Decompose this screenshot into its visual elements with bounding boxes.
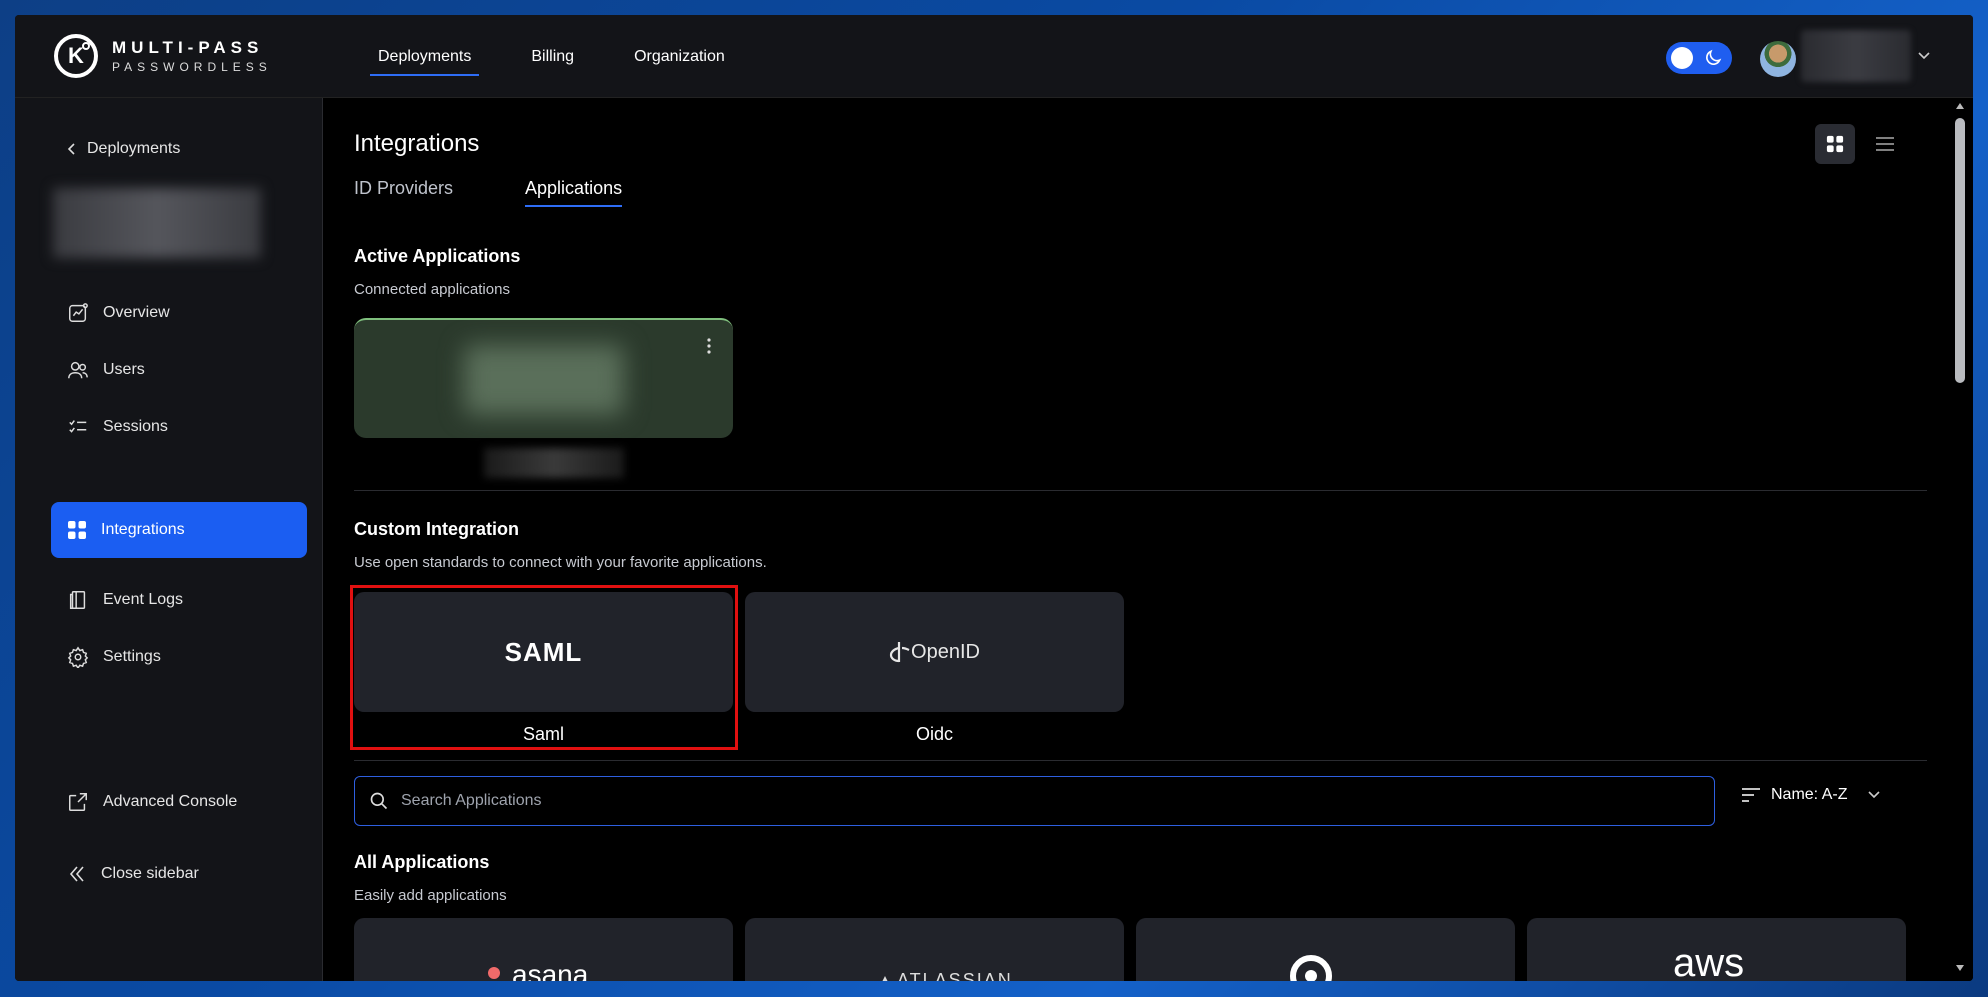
main-content: Integrations ID Providers Applications A…	[324, 98, 1947, 981]
list-view-button[interactable]	[1865, 124, 1905, 164]
brand-logo[interactable]: K MULTI-PASS PASSWORDLESS	[54, 34, 272, 78]
users-icon	[68, 361, 88, 379]
sidebar-item-integrations[interactable]: Integrations	[51, 502, 307, 558]
active-apps-subtitle: Connected applications	[354, 281, 510, 298]
app-card-aws[interactable]: aws	[1527, 918, 1906, 981]
chevron-left-icon	[67, 143, 75, 155]
app-card-asana[interactable]: asana	[354, 918, 733, 981]
grid-view-button[interactable]	[1815, 124, 1855, 164]
oidc-label: Oidc	[915, 724, 953, 744]
oidc-integration-card[interactable]: OpenID	[745, 592, 1124, 712]
asana-logo-icon: asana	[488, 959, 589, 981]
chevron-down-icon[interactable]	[1917, 51, 1931, 61]
external-link-icon	[69, 793, 87, 811]
selection-highlight	[350, 585, 738, 750]
advanced-console-link[interactable]: Advanced Console	[51, 774, 307, 830]
brand-name: MULTI-PASS	[112, 38, 264, 57]
sidebar-item-label: Event Logs	[103, 591, 184, 608]
list-icon	[1876, 137, 1894, 151]
atlassian-logo-icon: ATLASSIAN	[882, 970, 1013, 981]
top-bar: K MULTI-PASS PASSWORDLESS Deployments Bi…	[15, 15, 1973, 98]
custom-integration-subtitle: Use open standards to connect with your …	[354, 554, 767, 571]
app-card-atlassian[interactable]: ATLASSIAN	[745, 918, 1124, 981]
active-apps-title: Active Applications	[354, 246, 521, 266]
custom-integration-title: Custom Integration	[354, 519, 519, 539]
toggle-knob	[1671, 47, 1693, 69]
app-card-auth0[interactable]	[1136, 918, 1515, 981]
sidebar-item-label: Sessions	[103, 418, 168, 435]
nav-deployments[interactable]: Deployments	[370, 15, 480, 98]
sort-icon	[1742, 788, 1760, 802]
sidebar-item-sessions[interactable]: Sessions	[51, 399, 307, 455]
divider	[354, 490, 1927, 491]
tab-id-providers[interactable]: ID Providers	[354, 178, 453, 207]
nav-billing[interactable]: Billing	[523, 15, 582, 98]
auth0-logo-icon	[1290, 955, 1332, 981]
deployment-name-redacted	[53, 188, 261, 258]
page-title: Integrations	[354, 130, 480, 157]
more-vertical-icon[interactable]	[707, 338, 711, 354]
chevron-down-icon	[1868, 791, 1881, 799]
scroll-down-arrow-icon[interactable]	[1955, 964, 1965, 972]
scroll-thumb[interactable]	[1955, 118, 1965, 383]
gear-icon	[67, 646, 89, 668]
sort-label: Name: A-Z	[1771, 786, 1848, 803]
checklist-icon	[69, 420, 87, 433]
search-input[interactable]	[401, 792, 1681, 810]
chart-icon	[69, 303, 88, 322]
aws-logo-icon: aws	[1673, 941, 1744, 981]
app-logo-redacted	[464, 345, 624, 415]
sidebar-item-label: Integrations	[101, 521, 185, 538]
search-box[interactable]	[354, 776, 1715, 826]
sidebar-item-event-logs[interactable]: Event Logs	[51, 572, 307, 628]
sidebar: Deployments Overview Users Sessions Inte…	[15, 98, 323, 981]
divider	[354, 760, 1927, 761]
close-sidebar-label: Close sidebar	[101, 865, 199, 882]
active-app-name-redacted	[484, 448, 624, 478]
search-icon	[370, 792, 388, 810]
back-to-deployments[interactable]: Deployments	[67, 140, 180, 158]
svg-text:aws: aws	[1673, 941, 1744, 981]
scrollbar[interactable]	[1948, 98, 1973, 981]
sidebar-item-label: Overview	[103, 304, 170, 321]
sidebar-item-label: Users	[103, 361, 145, 378]
sidebar-item-overview[interactable]: Overview	[51, 285, 307, 341]
sidebar-item-users[interactable]: Users	[51, 342, 307, 398]
top-nav: Deployments Billing Organization	[370, 15, 777, 98]
tab-applications[interactable]: Applications	[525, 178, 623, 207]
theme-toggle[interactable]	[1666, 42, 1732, 74]
sidebar-item-settings[interactable]: Settings	[51, 629, 307, 685]
brand-tagline: PASSWORDLESS	[112, 60, 272, 74]
all-apps-title: All Applications	[354, 852, 490, 872]
close-sidebar-button[interactable]: Close sidebar	[51, 846, 307, 902]
openid-logo: OpenID	[889, 640, 980, 664]
scroll-up-arrow-icon[interactable]	[1955, 102, 1965, 110]
advanced-console-label: Advanced Console	[103, 793, 238, 810]
back-label: Deployments	[87, 140, 181, 157]
svg-text:ATLASSIAN: ATLASSIAN	[897, 970, 1013, 981]
all-apps-subtitle: Easily add applications	[354, 887, 507, 904]
brand-mark-icon: K	[54, 34, 98, 78]
grid-icon	[68, 521, 86, 539]
user-name-redacted	[1801, 30, 1911, 82]
grid-icon	[1826, 135, 1844, 153]
integration-tabs: ID Providers Applications	[354, 178, 694, 207]
sort-dropdown[interactable]: Name: A-Z	[1741, 786, 1891, 804]
double-chevron-left-icon	[69, 866, 84, 882]
sidebar-item-label: Settings	[103, 648, 161, 665]
nav-organization[interactable]: Organization	[626, 15, 733, 98]
moon-icon	[1706, 49, 1722, 65]
openid-icon	[889, 642, 910, 663]
svg-text:asana: asana	[512, 959, 589, 981]
book-icon	[69, 591, 86, 609]
app-window: K MULTI-PASS PASSWORDLESS Deployments Bi…	[15, 15, 1973, 981]
active-application-card[interactable]	[354, 318, 733, 438]
avatar[interactable]	[1760, 41, 1796, 77]
